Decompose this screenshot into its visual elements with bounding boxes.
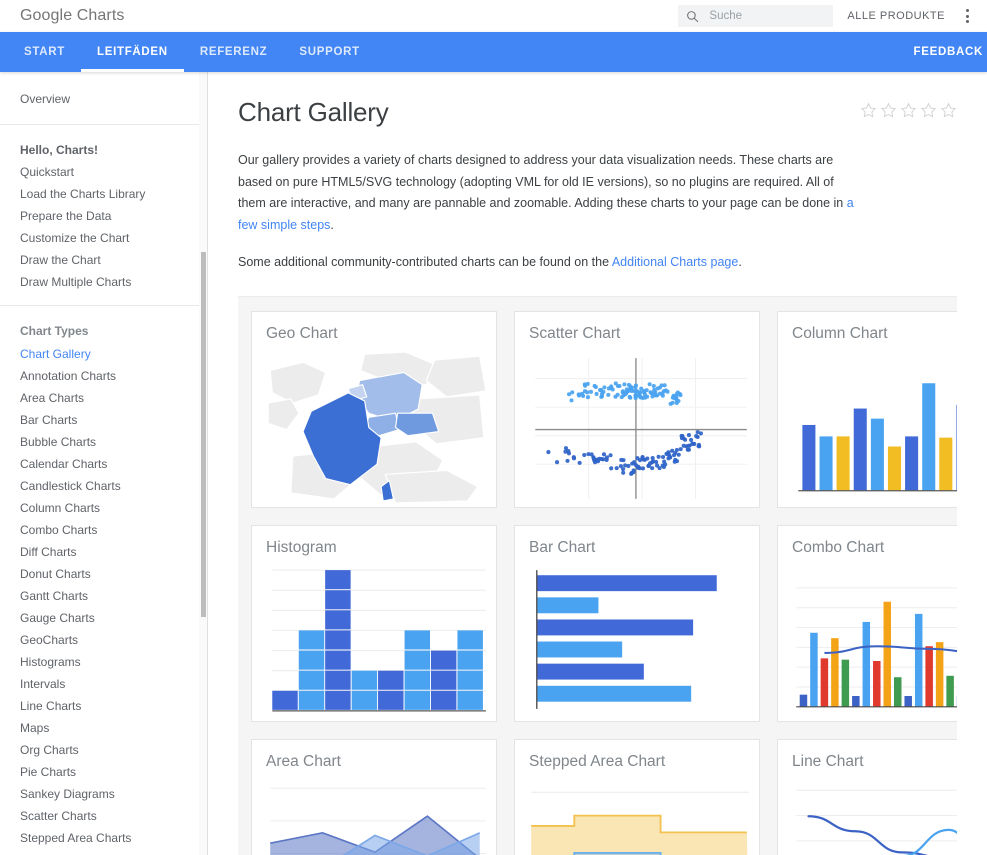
intro-paragraph-1: Our gallery provides a variety of charts…	[238, 150, 987, 236]
sidebar-item-geocharts[interactable]: GeoCharts	[20, 629, 207, 651]
gallery-card-title: Histogram	[266, 538, 337, 556]
sidebar-item-gantt-charts[interactable]: Gantt Charts	[20, 585, 207, 607]
gallery-card-bar[interactable]: Bar Chart	[514, 524, 760, 722]
rating-star-4[interactable]	[920, 102, 937, 119]
sidebar-item-diff-charts[interactable]: Diff Charts	[20, 541, 207, 563]
sidebar: Overview Hello, Charts! Quickstart Load th…	[0, 72, 208, 855]
gallery-card-title: Scatter Chart	[529, 324, 621, 342]
gallery-card-line[interactable]: Line Chart	[777, 738, 987, 855]
sidebar-heading-chart-types: Chart Types	[20, 324, 89, 338]
kebab-menu-icon[interactable]	[959, 7, 975, 25]
sidebar-item-histograms[interactable]: Histograms	[20, 651, 207, 673]
search-input[interactable]	[709, 10, 826, 22]
title-row: Chart Gallery	[238, 96, 987, 128]
rating-stars[interactable]	[860, 102, 957, 119]
intro-text-2: Some additional community-contributed ch…	[238, 255, 612, 269]
page-body: Overview Hello, Charts! Quickstart Load th…	[0, 72, 987, 855]
brand-title[interactable]: Google Charts	[20, 7, 124, 25]
sidebar-item-bar-charts[interactable]: Bar Charts	[20, 409, 207, 431]
all-products-link[interactable]: ALLE PRODUKTE	[847, 10, 945, 22]
sidebar-group-chart-types: Chart Types Chart Gallery Annotation Chart…	[0, 306, 207, 855]
gallery-card-title: Bar Chart	[529, 538, 596, 556]
sidebar-item-load-the-charts-library[interactable]: Load the Charts Library	[20, 183, 207, 205]
gallery-card-preview-scatter	[525, 349, 753, 503]
gallery-card-preview-geo	[262, 349, 490, 503]
gallery-card-column[interactable]: Column Chart	[777, 310, 987, 508]
sidebar-item-table-charts[interactable]: Table Charts	[20, 849, 207, 855]
sidebar-item-quickstart[interactable]: Quickstart	[20, 161, 207, 183]
rating-star-5[interactable]	[940, 102, 957, 119]
gallery-card-title: Line Chart	[792, 752, 864, 770]
intro-paragraph-2: Some additional community-contributed ch…	[238, 252, 987, 274]
rating-star-1[interactable]	[860, 102, 877, 119]
sidebar-item-draw-the-chart[interactable]: Draw the Chart	[20, 249, 207, 271]
sidebar-item-bubble-charts[interactable]: Bubble Charts	[20, 431, 207, 453]
sidebar-item-intervals[interactable]: Intervals	[20, 673, 207, 695]
gallery-card-preview-stepped	[525, 777, 753, 855]
intro-text-1: Our gallery provides a variety of charts…	[238, 153, 847, 210]
gallery-card-preview-histogram	[262, 563, 490, 717]
sidebar-item-column-charts[interactable]: Column Charts	[20, 497, 207, 519]
sidebar-scrollbar-thumb[interactable]	[201, 252, 206, 617]
chart-gallery-grid: Geo Chart Scatter Chart Column Chart Histog…	[238, 310, 987, 855]
sidebar-item-scatter-charts[interactable]: Scatter Charts	[20, 805, 207, 827]
sidebar-item-draw-multiple-charts[interactable]: Draw Multiple Charts	[20, 271, 207, 293]
intro-text-2-end: .	[738, 255, 742, 269]
gallery-card-title: Column Chart	[792, 324, 888, 342]
top-bar-right: ALLE PRODUKTE	[678, 5, 975, 27]
gallery-card-preview-line	[788, 777, 987, 855]
sidebar-scrollbar[interactable]	[199, 72, 207, 855]
nav-item-leitfaeden[interactable]: LEITFÄDEN	[80, 32, 184, 72]
sidebar-item-stepped-area-charts[interactable]: Stepped Area Charts	[20, 827, 207, 849]
sidebar-item-donut-charts[interactable]: Donut Charts	[20, 563, 207, 585]
search-box[interactable]	[678, 5, 834, 27]
main-content: Chart Gallery Our gallery provides a var…	[208, 72, 987, 855]
sidebar-item-pie-charts[interactable]: Pie Charts	[20, 761, 207, 783]
sidebar-item-gauge-charts[interactable]: Gauge Charts	[20, 607, 207, 629]
sidebar-inner: Overview Hello, Charts! Quickstart Load th…	[0, 72, 207, 855]
gallery-card-preview-combo	[788, 563, 987, 717]
feedback-button[interactable]: FEEDBACK	[914, 32, 987, 72]
sidebar-item-chart-gallery[interactable]: Chart Gallery	[20, 343, 207, 365]
gallery-card-preview-bar	[525, 563, 753, 717]
nav-item-start[interactable]: START	[8, 32, 81, 72]
gallery-card-scatter[interactable]: Scatter Chart	[514, 310, 760, 508]
gallery-card-title: Geo Chart	[266, 324, 338, 342]
sidebar-item-candlestick-charts[interactable]: Candlestick Charts	[20, 475, 207, 497]
sidebar-item-annotation-charts[interactable]: Annotation Charts	[20, 365, 207, 387]
top-bar: Google Charts ALLE PRODUKTE	[0, 0, 987, 32]
sidebar-item-combo-charts[interactable]: Combo Charts	[20, 519, 207, 541]
sidebar-item-sankey-diagrams[interactable]: Sankey Diagrams	[20, 783, 207, 805]
gallery-card-title: Combo Chart	[792, 538, 885, 556]
sidebar-item-calendar-charts[interactable]: Calendar Charts	[20, 453, 207, 475]
sidebar-item-maps[interactable]: Maps	[20, 717, 207, 739]
main-nav: START LEITFÄDEN REFERENZ SUPPORT FEEDBAC…	[0, 32, 987, 72]
gallery-card-title: Area Chart	[266, 752, 341, 770]
sidebar-item-line-charts[interactable]: Line Charts	[20, 695, 207, 717]
sidebar-item-area-charts[interactable]: Area Charts	[20, 387, 207, 409]
sidebar-item-customize-the-chart[interactable]: Customize the Chart	[20, 227, 207, 249]
sidebar-group-guides: Hello, Charts! Quickstart Load the Charts …	[0, 125, 207, 306]
sidebar-item-hello-charts[interactable]: Hello, Charts!	[20, 139, 207, 161]
rating-star-2[interactable]	[880, 102, 897, 119]
chart-gallery-container: Geo Chart Scatter Chart Column Chart Histog…	[238, 295, 987, 855]
nav-item-support[interactable]: SUPPORT	[283, 32, 376, 72]
gallery-card-histogram[interactable]: Histogram	[251, 524, 497, 722]
gallery-card-title: Stepped Area Chart	[529, 752, 666, 770]
gallery-card-combo[interactable]: Combo Chart	[777, 524, 987, 722]
intro-text-1-end: .	[330, 217, 334, 232]
search-icon	[686, 10, 699, 23]
gallery-card-preview-column	[788, 349, 987, 503]
gallery-card-geo[interactable]: Geo Chart	[251, 310, 497, 508]
gallery-card-stepped[interactable]: Stepped Area Chart	[514, 738, 760, 855]
page-title: Chart Gallery	[238, 97, 389, 127]
sidebar-item-overview[interactable]: Overview	[0, 72, 207, 125]
sidebar-item-org-charts[interactable]: Org Charts	[20, 739, 207, 761]
gallery-card-preview-area	[262, 777, 490, 855]
gallery-card-area[interactable]: Area Chart	[251, 738, 497, 855]
nav-item-referenz[interactable]: REFERENZ	[184, 32, 284, 72]
additional-charts-link[interactable]: Additional Charts page	[612, 255, 738, 269]
sidebar-item-prepare-the-data[interactable]: Prepare the Data	[20, 205, 207, 227]
rating-star-3[interactable]	[900, 102, 917, 119]
